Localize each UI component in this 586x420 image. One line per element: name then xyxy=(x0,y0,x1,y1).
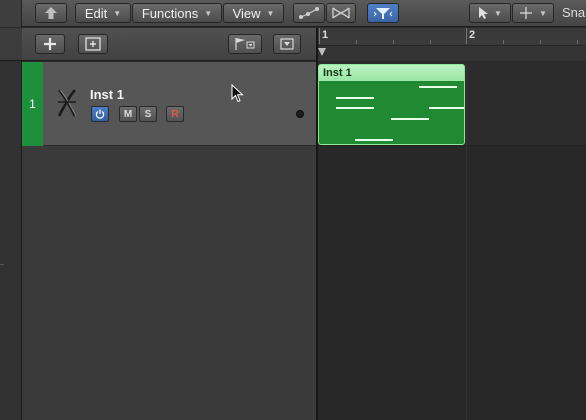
track-list: 1 Inst 1 M S R xyxy=(22,62,316,420)
strip-divider xyxy=(0,264,4,265)
new-track-stack-button[interactable] xyxy=(78,34,108,54)
track-on-off-button[interactable] xyxy=(91,106,109,122)
solo-button[interactable]: S xyxy=(139,106,157,122)
chevron-down-icon: ▼ xyxy=(539,8,547,18)
collapse-menu-button[interactable] xyxy=(273,34,301,54)
crosshair-tool-icon xyxy=(520,7,533,19)
ruler-beat-tick xyxy=(577,40,578,44)
track-status-indicator xyxy=(296,110,304,118)
midi-note xyxy=(355,139,393,141)
track-header-row[interactable]: 1 Inst 1 M S R xyxy=(22,62,316,146)
chevron-down-icon: ▼ xyxy=(113,8,122,18)
region-name: Inst 1 xyxy=(323,67,352,79)
view-menu-label: View xyxy=(232,5,261,21)
flex-time-button[interactable] xyxy=(326,3,356,23)
plus-icon xyxy=(44,38,56,50)
edit-menu-label: Edit xyxy=(84,5,108,21)
power-icon xyxy=(95,109,105,119)
inspector-strip xyxy=(0,28,22,420)
edit-menu[interactable]: Edit ▼ xyxy=(75,3,131,23)
ruler-beat-tick xyxy=(356,40,357,44)
mute-label: M xyxy=(123,108,133,120)
flex-icon xyxy=(332,7,350,19)
functions-menu[interactable]: Functions ▼ xyxy=(132,3,222,23)
record-label: R xyxy=(171,108,179,120)
ruler-beat-tick xyxy=(540,40,541,44)
tracks-area[interactable]: Inst 1 xyxy=(318,62,586,420)
region-header[interactable]: Inst 1 xyxy=(319,65,464,81)
inspector-strip-header xyxy=(0,28,22,61)
dropdown-box-icon xyxy=(280,38,294,50)
midi-note xyxy=(419,86,457,88)
flag-menu-button[interactable] xyxy=(228,34,262,54)
catch-filter-icon xyxy=(373,8,393,19)
track-header-toolbar xyxy=(22,28,316,61)
midi-note xyxy=(429,107,464,109)
record-enable-button[interactable]: R xyxy=(166,106,184,122)
up-arrow-button[interactable] xyxy=(35,3,67,23)
functions-menu-label: Functions xyxy=(141,5,199,21)
automation-button[interactable] xyxy=(293,3,325,23)
ruler-beat-tick xyxy=(503,40,504,44)
chevron-down-icon: ▼ xyxy=(494,8,502,18)
view-menu[interactable]: View ▼ xyxy=(223,3,284,23)
inspector-strip-top xyxy=(0,0,22,27)
midi-note xyxy=(391,118,429,120)
mute-button[interactable]: M xyxy=(119,106,137,122)
marquee-tool-menu[interactable]: ▼ xyxy=(512,3,554,23)
solo-label: S xyxy=(144,108,152,120)
add-track-button[interactable] xyxy=(35,34,65,54)
pointer-tool-icon xyxy=(479,7,489,19)
catch-playhead-button[interactable] xyxy=(367,3,399,23)
track-stack-icon xyxy=(85,37,101,51)
mouse-cursor-icon xyxy=(231,84,244,103)
chevron-down-icon: ▼ xyxy=(266,8,275,18)
ruler-beat-tick xyxy=(393,40,394,44)
ruler-beat-tick xyxy=(430,40,431,44)
main-toolbar: Edit ▼ Functions ▼ View ▼ ▼ ▼ Sna xyxy=(0,0,586,27)
up-arrow-icon xyxy=(45,7,57,19)
ruler-bar-tick xyxy=(466,28,467,44)
track-number-label: 1 xyxy=(29,97,36,111)
ruler-bar-number: 1 xyxy=(322,29,329,41)
ruler-bar-number: 2 xyxy=(469,29,476,41)
chevron-down-icon: ▼ xyxy=(204,8,213,18)
track-name[interactable]: Inst 1 xyxy=(90,87,124,102)
bar-gridline xyxy=(466,62,467,420)
midi-region[interactable]: Inst 1 xyxy=(318,64,465,145)
ruler-lower-strip[interactable] xyxy=(318,45,586,61)
flag-icon xyxy=(235,38,255,50)
instrument-track-icon[interactable] xyxy=(54,88,80,118)
track-number: 1 xyxy=(22,62,43,146)
playhead-marker[interactable] xyxy=(318,48,326,56)
pointer-tool-menu[interactable]: ▼ xyxy=(469,3,511,23)
midi-note xyxy=(336,107,374,109)
bar-ruler[interactable]: 1 2 xyxy=(318,28,586,61)
automation-curve-icon xyxy=(299,7,319,19)
midi-note xyxy=(336,97,374,99)
ruler-bar-tick xyxy=(319,28,320,44)
snap-label: Sna xyxy=(562,5,586,20)
